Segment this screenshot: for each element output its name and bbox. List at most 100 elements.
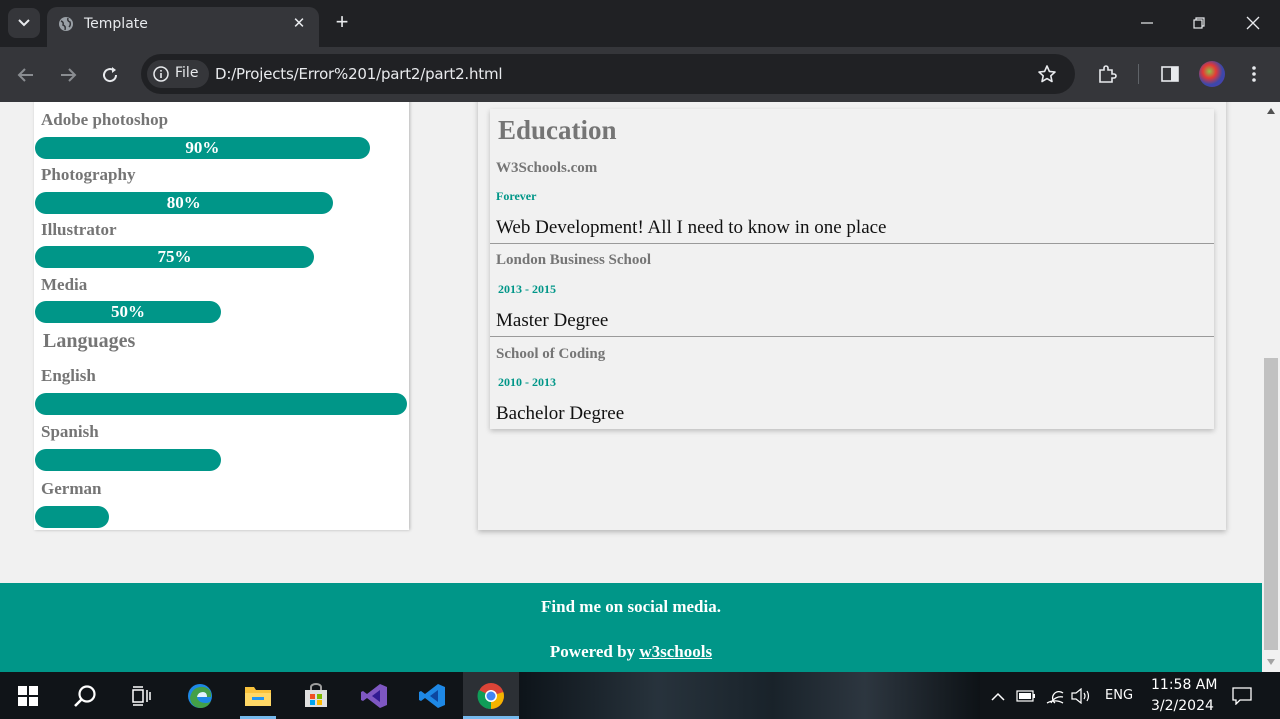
powered-by-prefix: Powered by: [549, 642, 636, 661]
address-bar[interactable]: File D:/Projects/Error%201/part2/part2.h…: [141, 54, 1075, 94]
battery-status[interactable]: [1016, 686, 1036, 706]
url-text[interactable]: D:/Projects/Error%201/part2/part2.html: [215, 65, 503, 83]
windows-taskbar: ENG 11:58 AM 3/2/2024: [0, 672, 1280, 719]
language-bar: [35, 393, 407, 415]
social-media-text: Find me on social media.: [541, 597, 721, 616]
edge-app[interactable]: [172, 672, 228, 719]
edge-icon: [188, 683, 212, 708]
skill-bar: 80%: [35, 192, 333, 214]
menu-button[interactable]: [1242, 62, 1266, 86]
browser-tab[interactable]: Template ✕: [47, 7, 319, 47]
skill-label: Illustrator: [41, 220, 117, 239]
skill-bar-track: 75%: [35, 246, 407, 269]
scroll-down-arrow-icon[interactable]: [1267, 659, 1275, 665]
language-bar-track: [35, 449, 407, 472]
visual-studio-app[interactable]: [346, 672, 402, 719]
profile-avatar[interactable]: [1199, 61, 1225, 87]
browser-tabstrip: Template ✕ +: [0, 0, 1280, 47]
scrollbar-thumb[interactable]: [1264, 358, 1278, 650]
education-school: School of Coding: [496, 346, 606, 362]
language-bar-track: [35, 393, 407, 416]
show-hidden-icons[interactable]: [988, 686, 1008, 706]
clock-time[interactable]: 11:58 AM: [1151, 677, 1217, 693]
puzzle-icon: [1099, 65, 1117, 83]
restore-button[interactable]: [1186, 10, 1212, 36]
scroll-up-arrow-icon[interactable]: [1267, 108, 1275, 114]
language-bar: [35, 506, 110, 528]
reload-icon: [103, 67, 118, 83]
divider: [490, 336, 1214, 337]
network-status[interactable]: [1045, 686, 1065, 706]
volume-control[interactable]: [1071, 686, 1091, 706]
education-heading: Education: [498, 115, 617, 145]
vertical-scrollbar[interactable]: [1262, 102, 1280, 672]
powered-by-line: Powered by w3schools: [0, 642, 1262, 662]
wifi-icon: [1046, 690, 1064, 704]
education-description: Bachelor Degree: [496, 403, 625, 424]
restore-icon: [1193, 17, 1205, 29]
extensions-button[interactable]: [1095, 62, 1119, 86]
search-button[interactable]: [57, 672, 113, 719]
site-info-chip[interactable]: File: [147, 60, 209, 88]
search-icon: [74, 684, 96, 707]
site-info-label: File: [175, 65, 199, 81]
folder-icon: [245, 686, 271, 706]
forward-arrow-icon: [61, 68, 77, 82]
kebab-menu-icon: [1252, 66, 1256, 82]
page-viewport: Adobe photoshop 90% Photography 80% Illu…: [0, 102, 1262, 672]
chevron-down-icon: [18, 19, 30, 27]
globe-icon: [59, 17, 73, 31]
skill-label: Photography: [41, 165, 136, 184]
chrome-app[interactable]: [463, 672, 519, 719]
back-button[interactable]: [14, 63, 38, 87]
education-date: Forever: [496, 189, 537, 203]
microsoft-store-app[interactable]: [288, 672, 344, 719]
close-icon: [1246, 16, 1260, 30]
chevron-up-icon: [991, 692, 1005, 701]
close-window-button[interactable]: [1240, 10, 1266, 36]
side-panel-button[interactable]: [1158, 62, 1182, 86]
close-tab-icon[interactable]: ✕: [290, 15, 308, 33]
languages-heading: Languages: [43, 330, 136, 352]
forward-button[interactable]: [56, 63, 80, 87]
skill-bar: 75%: [35, 246, 314, 268]
task-view-button[interactable]: [113, 672, 169, 719]
vscode-app[interactable]: [404, 672, 460, 719]
visual-studio-icon: [361, 683, 387, 708]
education-description: Master Degree: [496, 310, 609, 331]
education-date: 2010 - 2013: [498, 375, 556, 389]
w3schools-link[interactable]: w3schools: [639, 642, 712, 661]
skill-bar-track: 90%: [35, 137, 407, 160]
windows-logo-icon: [18, 685, 38, 706]
info-icon: [153, 66, 169, 82]
minimize-icon: [1141, 22, 1153, 24]
toolbar-separator: [1138, 64, 1139, 84]
input-language[interactable]: ENG: [1105, 688, 1133, 703]
education-school: London Business School: [496, 252, 652, 268]
tab-search-button[interactable]: [8, 8, 40, 38]
back-arrow-icon: [17, 68, 33, 82]
side-panel-icon: [1161, 66, 1179, 82]
new-tab-button[interactable]: +: [331, 11, 353, 33]
bookmark-star-icon[interactable]: [1037, 64, 1057, 84]
browser-toolbar: File D:/Projects/Error%201/part2/part2.h…: [0, 47, 1280, 102]
start-button[interactable]: [0, 672, 56, 719]
page-footer: Find me on social media. Powered by w3sc…: [0, 583, 1262, 672]
skill-bar: 90%: [35, 137, 370, 159]
minimize-button[interactable]: [1134, 10, 1160, 36]
education-date: 2013 - 2015: [498, 282, 556, 296]
education-description: Web Development! All I need to know in o…: [496, 217, 887, 238]
language-label: Spanish: [41, 422, 99, 441]
skill-label: Adobe photoshop: [41, 110, 169, 129]
right-column-card: Education W3Schools.com Forever Web Deve…: [478, 102, 1226, 530]
chrome-icon: [477, 682, 504, 709]
skill-bar: 50%: [35, 301, 221, 323]
education-school: W3Schools.com: [496, 160, 598, 176]
file-explorer-app[interactable]: [230, 672, 286, 719]
language-label: English: [41, 366, 96, 385]
reload-button[interactable]: [98, 63, 122, 87]
action-center-button[interactable]: [1231, 686, 1253, 706]
divider: [490, 243, 1214, 244]
skill-bar-track: 50%: [35, 301, 407, 324]
clock-date[interactable]: 3/2/2024: [1151, 698, 1214, 714]
